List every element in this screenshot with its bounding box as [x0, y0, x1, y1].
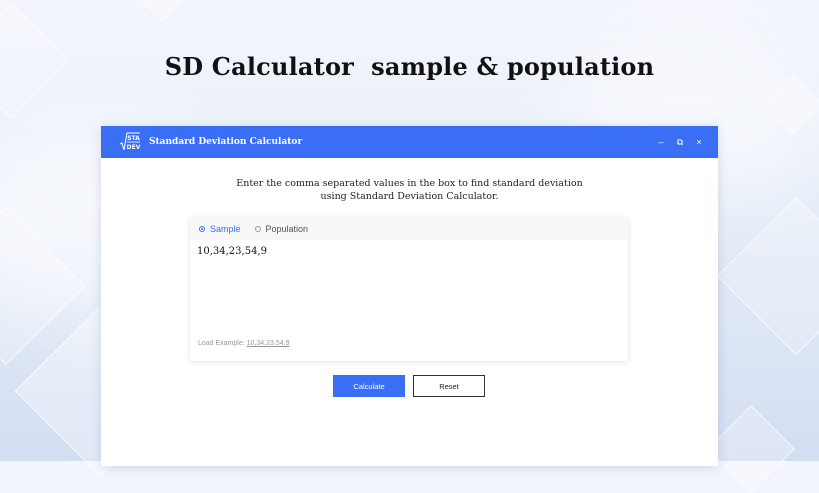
window-title: Standard Deviation Calculator: [149, 137, 303, 147]
population-radio[interactable]: Population: [254, 224, 309, 234]
logo-text-bottom: DEV: [127, 144, 141, 151]
load-example: Load Example: 10,34,23,54,9: [198, 340, 289, 347]
radio-unselected-icon: [254, 226, 261, 232]
instructions-text: Enter the comma separated values in the …: [101, 177, 718, 203]
close-icon[interactable]: ×: [690, 133, 708, 151]
instructions-line-2: using Standard Deviation Calculator.: [320, 191, 499, 202]
restore-icon[interactable]: ⧉: [671, 133, 689, 151]
population-radio-label: Population: [265, 224, 309, 234]
window-controls: – ⧉ ×: [652, 133, 718, 151]
app-logo-icon: STA DEV: [119, 132, 141, 152]
reset-button[interactable]: Reset: [413, 375, 485, 397]
instructions-line-1: Enter the comma separated values in the …: [236, 178, 583, 189]
input-panel: Sample Population 10,34,23,54,9 Load Exa…: [190, 218, 628, 361]
load-example-label: Load Example:: [198, 340, 245, 347]
sample-radio[interactable]: Sample: [199, 224, 241, 234]
sample-radio-label: Sample: [210, 224, 241, 234]
minimize-icon[interactable]: –: [652, 133, 670, 151]
sd-type-selector: Sample Population: [190, 218, 628, 240]
load-example-link[interactable]: 10,34,23,54,9: [247, 340, 290, 347]
radio-selected-icon: [199, 226, 205, 232]
calculate-button[interactable]: Calculate: [333, 375, 405, 397]
values-input[interactable]: 10,34,23,54,9: [197, 246, 617, 306]
window-titlebar: STA DEV Standard Deviation Calculator – …: [101, 126, 718, 158]
calculator-window: STA DEV Standard Deviation Calculator – …: [101, 126, 718, 466]
page-headline: SD Calculator sample & population: [164, 52, 655, 81]
logo-text-top: STA: [127, 135, 140, 142]
